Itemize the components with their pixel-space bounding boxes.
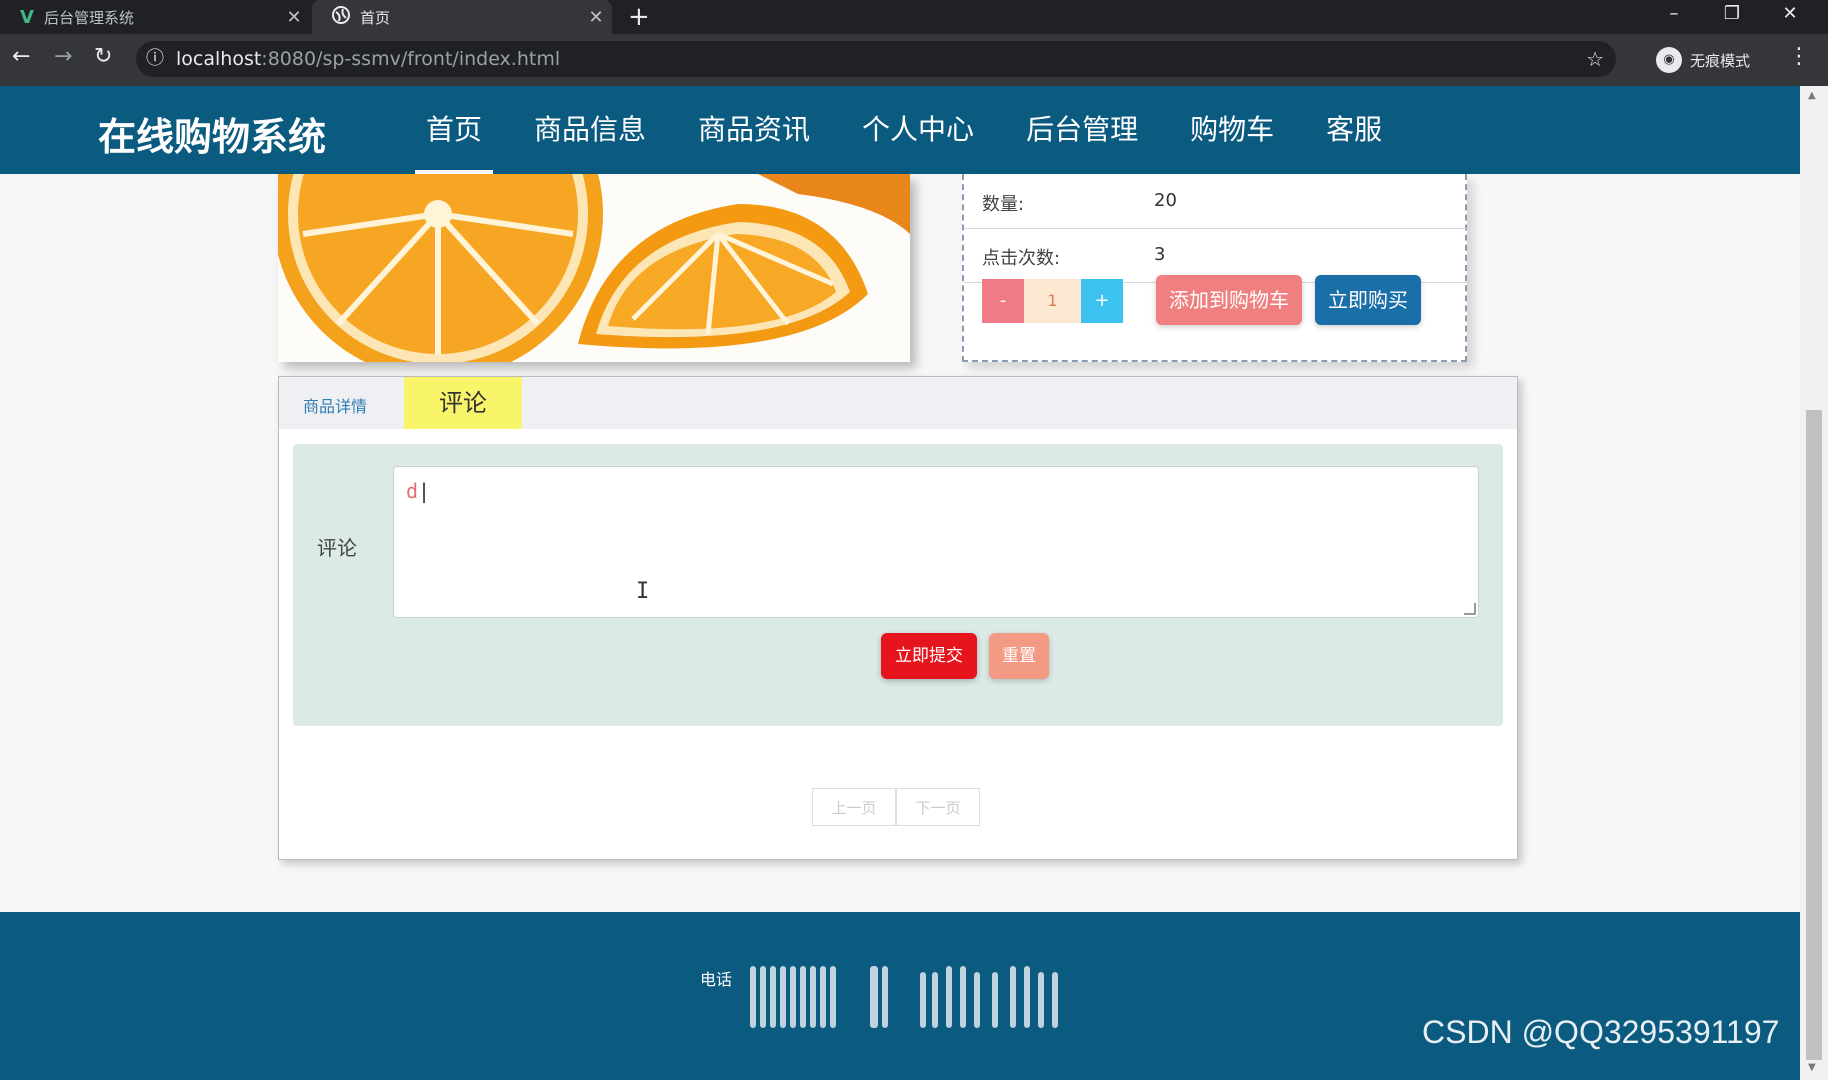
page-viewport: 在线购物系统 首页 商品信息 商品资讯 个人中心 后台管理 购物车 客服 数量:… [0, 86, 1800, 1080]
quantity-input[interactable]: 1 [1024, 279, 1081, 323]
scroll-up-arrow-icon[interactable]: ▲ [1808, 90, 1816, 101]
site-brand[interactable]: 在线购物系统 [98, 106, 326, 161]
browser-tab-admin[interactable]: V 后台管理系统 ✕ [0, 0, 310, 34]
info-row-quantity: 数量: 20 [964, 174, 1467, 229]
forward-icon[interactable]: → [54, 44, 72, 69]
tab-product-detail[interactable]: 商品详情 [303, 393, 367, 417]
page-scrollbar[interactable]: ▲ ▼ [1800, 86, 1828, 1080]
field-value: 3 [1154, 244, 1166, 265]
browser-toolbar: ← → ↻ ⓘ localhost:8080/sp-ssmv/front/ind… [0, 34, 1828, 86]
browser-tab-home[interactable]: 首页 ✕ [312, 0, 612, 34]
field-label: 点击次数: [982, 248, 1061, 269]
comment-textarea[interactable]: d| I [393, 466, 1479, 618]
nav-item-profile[interactable]: 个人中心 [836, 86, 1000, 174]
vue-logo-icon: V [20, 6, 34, 28]
field-label: 数量: [982, 194, 1025, 215]
nav-item-cart[interactable]: 购物车 [1164, 86, 1300, 174]
nav-item-service[interactable]: 客服 [1300, 86, 1408, 174]
prev-page-button[interactable]: 上一页 [812, 788, 896, 826]
bookmark-star-icon[interactable]: ☆ [1586, 41, 1604, 77]
browser-menu-icon[interactable]: ⋮ [1788, 44, 1810, 69]
add-to-cart-button[interactable]: 添加到购物车 [1156, 275, 1302, 325]
comment-label: 评论 [317, 536, 357, 560]
incognito-icon: ◉ [1656, 47, 1682, 73]
quantity-increment-button[interactable]: + [1081, 279, 1123, 323]
scroll-thumb[interactable] [1806, 410, 1822, 1060]
product-image [278, 174, 910, 362]
close-icon[interactable]: ✕ [580, 7, 612, 28]
scroll-down-arrow-icon[interactable]: ▼ [1808, 1062, 1816, 1073]
minimize-icon[interactable]: – [1646, 0, 1702, 28]
back-icon[interactable]: ← [12, 44, 30, 69]
browser-tab-bar: V 后台管理系统 ✕ 首页 ✕ + – ❐ ✕ [0, 0, 1828, 34]
incognito-indicator[interactable]: ◉ 无痕模式 [1656, 43, 1750, 77]
product-detail-box: 商品详情 评论 评论 d| I 立即提交 重置 上一页 下一页 [278, 376, 1518, 860]
comment-text: d [406, 479, 419, 503]
info-icon[interactable]: ⓘ [146, 41, 164, 77]
site-header: 在线购物系统 首页 商品信息 商品资讯 个人中心 后台管理 购物车 客服 [0, 86, 1800, 174]
close-window-icon[interactable]: ✕ [1762, 0, 1818, 28]
globe-icon [332, 6, 350, 28]
product-info-panel: 数量: 20 点击次数: 3 - 1 + 添加到购物车 立即购买 [962, 174, 1467, 362]
pagination: 上一页 下一页 [812, 788, 980, 826]
close-icon[interactable]: ✕ [278, 7, 310, 28]
tab-comment[interactable]: 评论 [404, 377, 522, 429]
reset-button[interactable]: 重置 [989, 633, 1049, 679]
incognito-label: 无痕模式 [1690, 51, 1751, 70]
csdn-watermark: CSDN @QQ3295391197 [1422, 1014, 1780, 1050]
buy-now-button[interactable]: 立即购买 [1315, 275, 1421, 325]
quantity-decrement-button[interactable]: - [982, 279, 1024, 323]
nav-item-products[interactable]: 商品信息 [508, 86, 672, 174]
text-cursor-icon: I [636, 579, 650, 604]
nav-item-home[interactable]: 首页 [400, 86, 508, 174]
next-page-button[interactable]: 下一页 [896, 788, 980, 826]
address-bar[interactable]: ⓘ localhost:8080/sp-ssmv/front/index.htm… [136, 41, 1616, 77]
site-footer: 电话 CSDN @QQ3295391197 [0, 912, 1800, 1080]
tab-title: 首页 [360, 8, 391, 27]
tab-title: 后台管理系统 [43, 8, 134, 27]
reload-icon[interactable]: ↻ [94, 44, 112, 69]
comment-form: 评论 d| I 立即提交 重置 [293, 444, 1503, 726]
nav-item-admin[interactable]: 后台管理 [1000, 86, 1164, 174]
footer-obscured-text [750, 966, 1058, 1028]
field-value: 20 [1154, 190, 1177, 211]
main-nav: 首页 商品信息 商品资讯 个人中心 后台管理 购物车 客服 [400, 86, 1408, 174]
url-text: localhost:8080/sp-ssmv/front/index.html [176, 48, 561, 70]
detail-tabs: 商品详情 评论 [279, 377, 1517, 429]
new-tab-button[interactable]: + [628, 2, 650, 32]
resize-handle[interactable] [1464, 603, 1476, 615]
nav-item-news[interactable]: 商品资讯 [672, 86, 836, 174]
restore-icon[interactable]: ❐ [1704, 0, 1760, 28]
submit-button[interactable]: 立即提交 [881, 633, 977, 679]
